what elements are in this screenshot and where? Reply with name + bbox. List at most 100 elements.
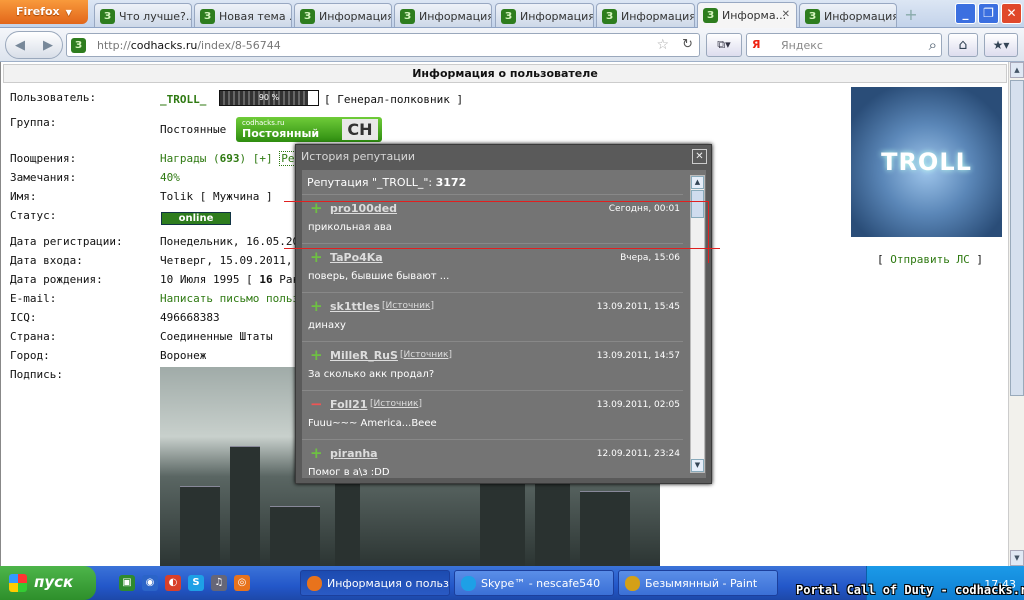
minimize-button[interactable]: _: [955, 3, 976, 24]
label-email: E-mail:: [10, 292, 57, 305]
source-link[interactable]: Источник: [386, 301, 431, 311]
skype-icon[interactable]: S: [188, 575, 204, 591]
entry-username[interactable]: pro100ded: [330, 202, 397, 215]
add-reward-link[interactable]: [+]: [253, 152, 273, 165]
label-group: Группа:: [10, 116, 57, 129]
scroll-thumb[interactable]: [691, 190, 704, 218]
tab-label: Информа...: [722, 9, 787, 22]
close-icon[interactable]: ✕: [692, 149, 707, 164]
entry-username[interactable]: TaPo4Ka: [330, 251, 383, 264]
username[interactable]: _TROLL_: [160, 93, 206, 106]
plus-icon: +: [310, 444, 323, 462]
start-button[interactable]: пуск: [0, 566, 96, 600]
search-placeholder: Яндекс: [781, 39, 823, 52]
paint-icon: [625, 576, 640, 591]
scroll-up-icon[interactable]: ▲: [691, 176, 704, 189]
email-link[interactable]: Написать письмо польз: [160, 292, 299, 305]
new-tab-icon[interactable]: +: [900, 4, 922, 26]
tab-label: Информация...: [419, 10, 491, 23]
scroll-down-icon[interactable]: ▼: [691, 459, 704, 472]
city-value: Воронеж: [160, 349, 207, 362]
reputation-total-value: 3172: [435, 176, 467, 189]
url-bar[interactable]: З http://codhacks.ru/index/8-56744 ☆ ↻: [66, 33, 700, 57]
reputation-entry: + MilleR_RuS [Источник] 13.09.2011, 14:5…: [302, 341, 683, 390]
reputation-entry: + piranha 12.09.2011, 23:24 Помог в а\з …: [302, 439, 683, 478]
tab-3[interactable]: З Информация...: [294, 3, 392, 27]
skyline-building: [230, 446, 260, 566]
tab-label: Что лучше?...: [119, 10, 192, 23]
tab-1[interactable]: З Что лучше?...: [94, 3, 192, 27]
page-scrollbar[interactable]: ▲ ▼: [1008, 62, 1024, 566]
skyline-building: [270, 506, 320, 566]
navigation-bar: ◀ ▶ З http://codhacks.ru/index/8-56744 ☆…: [0, 28, 1024, 62]
tab-4[interactable]: З Информация...: [394, 3, 492, 27]
group-badge: codhacks.ru Постоянный CH: [236, 117, 382, 142]
entry-source: [Источник]: [382, 301, 434, 311]
reload-icon[interactable]: ↻: [682, 37, 693, 52]
bookmarks-button[interactable]: ★▾: [984, 33, 1018, 57]
entry-username[interactable]: MilleR_RuS: [330, 349, 398, 362]
tab-8[interactable]: З Информация...: [799, 3, 897, 27]
firefox-menu-button[interactable]: Firefox ▼: [0, 0, 88, 24]
close-window-button[interactable]: ✕: [1001, 3, 1022, 24]
label-status: Статус:: [10, 209, 57, 222]
source-link[interactable]: Источник: [404, 350, 449, 360]
tab-6[interactable]: З Информация...: [596, 3, 695, 27]
media-icon[interactable]: ♫: [211, 575, 227, 591]
search-engine-logo[interactable]: Я: [752, 38, 760, 51]
scroll-thumb[interactable]: [1010, 80, 1024, 396]
quicklaunch-icon[interactable]: ◉: [142, 575, 158, 591]
site-favicon-icon: З: [200, 9, 215, 24]
task-firefox[interactable]: Информация о польз...: [300, 570, 450, 596]
task-paint[interactable]: Безымянный - Paint: [618, 570, 778, 596]
reputation-link[interactable]: Ре: [279, 151, 297, 166]
bracket-open: [: [877, 253, 891, 266]
birth-age: 16: [259, 273, 273, 286]
search-box[interactable]: Я Яндекс ⌕: [746, 33, 942, 57]
tab-5[interactable]: З Информация...: [495, 3, 594, 27]
close-tab-icon[interactable]: ✕: [782, 9, 790, 20]
tab-7-active[interactable]: З Информа... ✕: [697, 2, 797, 28]
page-title: Информация о пользователе: [3, 64, 1007, 83]
bracket-close: ]: [969, 253, 983, 266]
scroll-down-icon[interactable]: ▼: [1010, 550, 1024, 566]
send-pm-link[interactable]: Отправить ЛС: [890, 253, 969, 266]
maximize-button[interactable]: ❐: [978, 3, 999, 24]
site-favicon-icon: З: [703, 8, 718, 23]
entry-username[interactable]: Foll21: [330, 398, 367, 411]
url-text[interactable]: http://codhacks.ru/index/8-56744: [97, 39, 281, 52]
entry-date: Вчера, 15:06: [620, 253, 680, 263]
name-value: Tolik [ Мужчина ]: [160, 190, 273, 203]
birth-date-text: 10 Июля 1995 [: [160, 273, 253, 286]
bookmark-star-icon[interactable]: ☆: [656, 37, 669, 53]
entry-source: [Источник]: [370, 399, 422, 409]
back-forward-group: ◀ ▶: [5, 31, 63, 59]
quicklaunch-icon[interactable]: ▣: [119, 575, 135, 591]
addon-button[interactable]: ⧉▾: [706, 33, 742, 57]
quicklaunch-icon[interactable]: ◐: [165, 575, 181, 591]
site-favicon-icon: З: [400, 9, 415, 24]
entry-message: прикольная ава: [308, 222, 392, 233]
source-link[interactable]: Источник: [374, 399, 419, 409]
task-skype[interactable]: Skype™ - nescafe540: [454, 570, 614, 596]
rewards-link[interactable]: Награды: [160, 152, 206, 165]
label-name: Имя:: [10, 190, 37, 203]
scroll-up-icon[interactable]: ▲: [1010, 62, 1024, 78]
tab-2[interactable]: З Новая тема ...: [194, 3, 292, 27]
entry-username[interactable]: sk1ttles: [330, 300, 380, 313]
label-user: Пользователь:: [10, 91, 97, 104]
online-status-badge: online: [161, 212, 231, 225]
forward-arrow-icon[interactable]: ▶: [37, 35, 59, 57]
send-pm-group: [ Отправить ЛС ]: [877, 253, 983, 266]
search-icon[interactable]: ⌕: [929, 36, 937, 54]
popup-scrollbar[interactable]: ▲ ▼: [690, 175, 705, 473]
entry-username[interactable]: piranha: [330, 447, 378, 460]
warnings-value[interactable]: 40%: [160, 171, 180, 184]
reputation-entry: − Foll21 [Источник] 13.09.2011, 02:05 Fu…: [302, 390, 683, 439]
firefox-icon[interactable]: ◎: [234, 575, 250, 591]
home-button[interactable]: ⌂: [948, 33, 978, 57]
group-badge-main: Постоянный: [242, 127, 320, 140]
skyline-building: [580, 491, 630, 566]
label-country: Страна:: [10, 330, 57, 343]
back-arrow-icon[interactable]: ◀: [9, 35, 31, 57]
